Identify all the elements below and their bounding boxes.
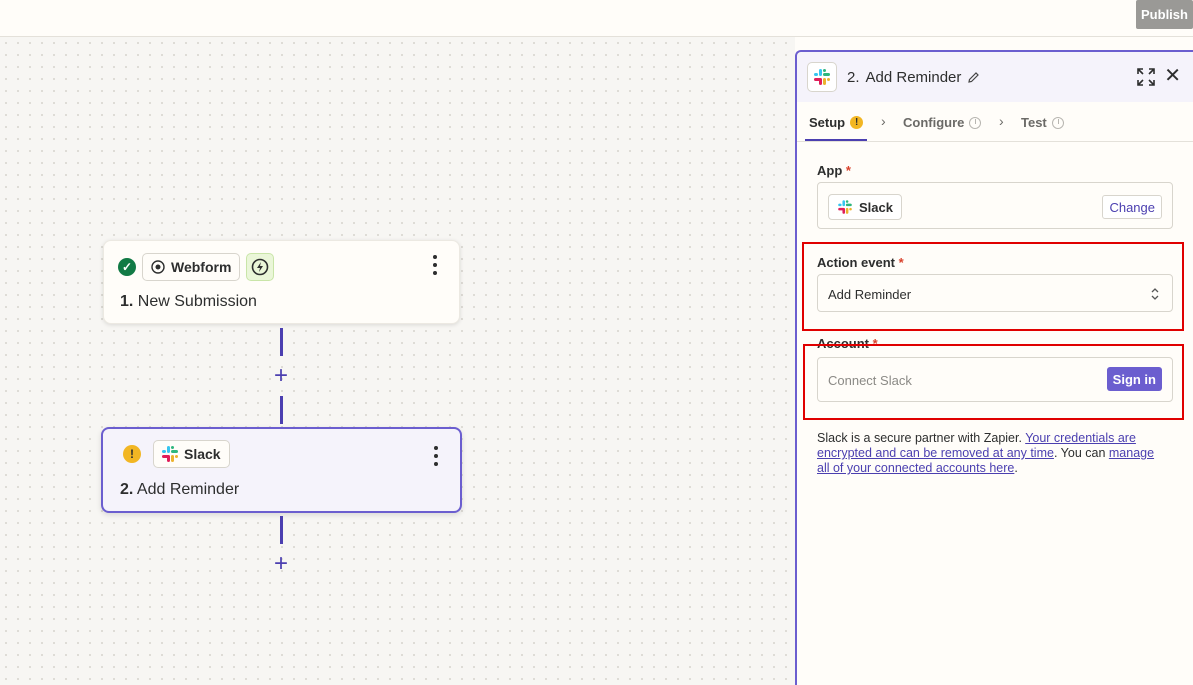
clock-icon [1051, 116, 1064, 129]
expand-icon[interactable] [1137, 68, 1155, 86]
tab-configure-label: Configure [903, 115, 965, 130]
chevron-right-icon: › [999, 113, 1004, 129]
step-editor-panel: 2. Add Reminder ✕ Setup ! › Configure › … [795, 50, 1193, 685]
step-title: 1. New Submission [120, 293, 257, 311]
connect-slack-placeholder: Connect Slack [828, 373, 912, 388]
app-chip-webform: Webform [142, 253, 241, 281]
app-chip-label: Slack [184, 446, 221, 462]
info-middle: . You can [1053, 446, 1109, 460]
app-field-label: App * [817, 163, 851, 178]
chevron-updown-icon [1151, 288, 1159, 300]
panel-title[interactable]: 2. Add Reminder [847, 69, 980, 86]
kebab-menu-icon[interactable] [432, 446, 440, 466]
step-number: 1. [120, 293, 134, 310]
step-number: 2. [120, 481, 134, 498]
step-card-2[interactable]: ! Slack 2. Add Reminder [101, 427, 462, 513]
clock-icon [969, 116, 982, 129]
close-icon[interactable]: ✕ [1164, 66, 1181, 86]
tab-setup[interactable]: Setup ! [809, 115, 864, 130]
security-info-text: Slack is a secure partner with Zapier. Y… [817, 431, 1169, 476]
webform-icon [151, 260, 165, 274]
app-chip-slack: Slack [153, 440, 230, 468]
connector-line [280, 516, 283, 544]
account-field[interactable]: Connect Slack Sign in [817, 357, 1173, 402]
top-bar: Publish [0, 0, 1193, 37]
app-value: Slack [859, 199, 893, 215]
chevron-right-icon: › [881, 113, 886, 129]
panel-step-number: 2. [847, 69, 860, 86]
connector-line [280, 396, 283, 424]
step-title-text: New Submission [137, 293, 257, 310]
active-tab-indicator [805, 139, 867, 141]
tab-configure[interactable]: Configure [903, 115, 982, 130]
lightning-icon [246, 253, 275, 281]
warning-icon: ! [123, 445, 141, 463]
check-icon: ✓ [118, 258, 136, 276]
pencil-icon[interactable] [967, 71, 980, 84]
tab-setup-label: Setup [809, 115, 846, 130]
warning-icon: ! [850, 116, 864, 129]
action-event-label: Action event * [817, 255, 904, 270]
step-card-1[interactable]: ✓ Webform 1. New Submission [103, 240, 460, 324]
app-value-chip: Slack [828, 194, 902, 220]
required-marker: * [845, 163, 851, 178]
app-field: Slack Change [817, 182, 1173, 229]
slack-icon [162, 446, 178, 462]
tab-test-label: Test [1021, 115, 1047, 130]
step-title-text: Add Reminder [136, 481, 240, 498]
connector-line [280, 328, 283, 356]
action-event-value: Add Reminder [828, 287, 912, 302]
action-event-select[interactable]: Add Reminder [817, 274, 1173, 312]
change-app-button[interactable]: Change [1102, 195, 1162, 219]
app-chip-label: Webform [171, 259, 232, 275]
info-suffix: . [1014, 461, 1018, 475]
kebab-menu-icon[interactable] [431, 255, 439, 275]
slack-icon [807, 62, 837, 92]
workflow-canvas: ✓ Webform 1. New Submission + ! Slack 2.… [0, 37, 795, 685]
info-prefix: Slack is a secure partner with Zapier. [817, 431, 1026, 445]
step-tabs: Setup ! › Configure › Test [797, 102, 1193, 142]
slack-icon [838, 200, 852, 214]
plus-icon[interactable]: + [271, 552, 291, 576]
step-title: 2. Add Reminder [120, 481, 239, 499]
tab-test[interactable]: Test [1021, 115, 1064, 130]
required-marker: * [898, 255, 904, 270]
app-label-text: App [817, 163, 843, 178]
panel-step-title: Add Reminder [865, 69, 962, 86]
publish-button[interactable]: Publish [1136, 0, 1193, 29]
plus-icon[interactable]: + [271, 364, 291, 388]
action-event-label-text: Action event [817, 255, 896, 270]
panel-header: 2. Add Reminder ✕ [797, 52, 1193, 102]
sign-in-button[interactable]: Sign in [1106, 367, 1162, 391]
